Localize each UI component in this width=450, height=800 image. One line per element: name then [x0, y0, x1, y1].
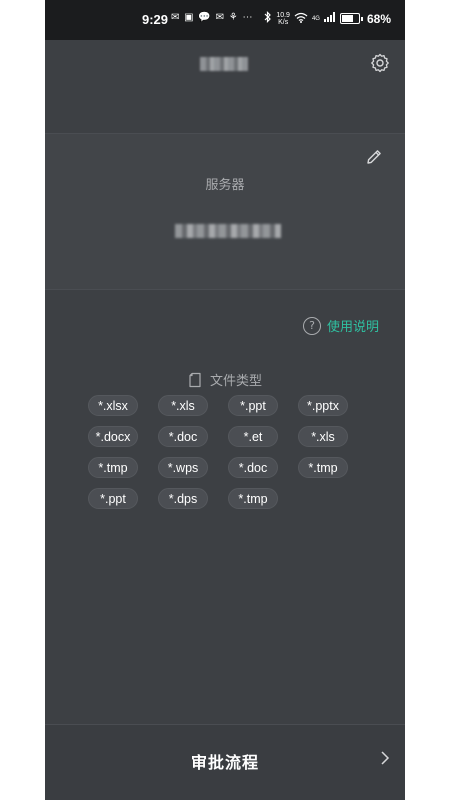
status-bar: 9:29 ✉ ▣ 💬 ✉ ⚘ ⋯ 10.9 K/s 4G 68%	[45, 0, 405, 40]
bluetooth-icon	[264, 11, 272, 26]
file-types-title: 文件类型	[209, 374, 262, 389]
file-type-chip: *.ppt	[228, 395, 278, 416]
file-type-list: *.xlsx *.xls *.ppt *.pptx *.docx *.doc *…	[88, 395, 368, 509]
file-types-header: 文件类型	[45, 370, 405, 389]
file-type-chip: *.et	[228, 426, 278, 447]
battery-tip	[360, 16, 363, 21]
approval-process-label: 审批流程	[190, 753, 259, 772]
approval-process-button[interactable]: 审批流程	[45, 724, 405, 800]
file-type-chip: *.docx	[88, 426, 138, 447]
wifi-icon	[294, 12, 308, 26]
battery-percent: 68%	[366, 11, 391, 26]
net-speed: 10.9 K/s	[276, 12, 290, 26]
help-label: 使用说明	[327, 320, 380, 335]
gear-icon[interactable]	[370, 53, 390, 73]
signal-icon	[323, 12, 336, 25]
document-icon	[188, 372, 202, 388]
page-title-redacted	[200, 57, 248, 71]
file-type-chip: *.xls	[298, 426, 348, 447]
file-type-chip: *.xls	[158, 395, 208, 416]
help-link[interactable]: ? 使用说明	[303, 316, 379, 335]
file-type-chip: *.xlsx	[88, 395, 138, 416]
status-time: 9:29	[142, 12, 169, 27]
notification-icons: ✉ ▣ 💬 ✉ ⚘ ⋯	[171, 12, 254, 23]
net-speed-unit: K/s	[278, 18, 289, 26]
file-type-chip: *.pptx	[298, 395, 348, 416]
file-type-chip: *.tmp	[228, 488, 278, 509]
file-type-chip: *.tmp	[298, 457, 348, 478]
battery-icon	[339, 13, 360, 24]
signal-type: 4G	[311, 15, 320, 22]
status-right: 10.9 K/s 4G 68%	[264, 11, 391, 26]
net-speed-value: 10.9	[276, 11, 290, 19]
server-label: 服务器	[205, 178, 245, 193]
file-type-chip: *.ppt	[88, 488, 138, 509]
file-type-chip: *.wps	[158, 457, 208, 478]
file-type-chip: *.doc	[228, 457, 278, 478]
chevron-right-icon	[379, 750, 391, 766]
file-type-chip: *.dps	[158, 488, 208, 509]
question-circle-icon: ?	[303, 316, 321, 335]
server-address-redacted	[175, 224, 281, 238]
app-screen: 9:29 ✉ ▣ 💬 ✉ ⚘ ⋯ 10.9 K/s 4G 68% 服务器 ? 使…	[45, 0, 405, 800]
pencil-icon[interactable]	[365, 148, 383, 166]
server-card	[45, 133, 405, 290]
file-type-chip: *.tmp	[88, 457, 138, 478]
file-type-chip: *.doc	[158, 426, 208, 447]
